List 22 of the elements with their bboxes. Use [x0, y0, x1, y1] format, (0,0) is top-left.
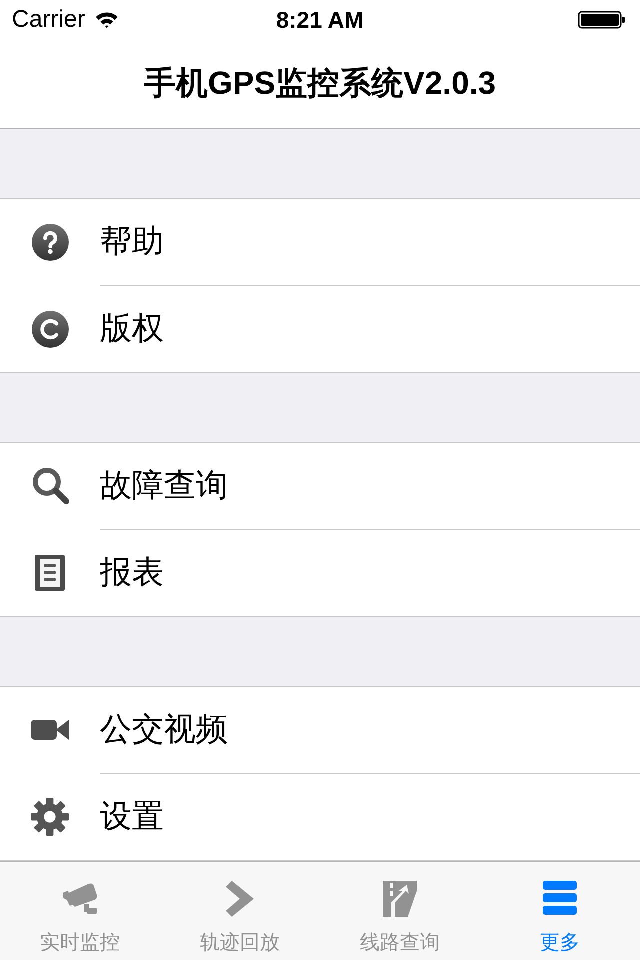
copyright-icon — [32, 310, 68, 348]
menu-label: 版权 — [100, 309, 164, 348]
search-icon — [32, 467, 70, 505]
menu-label: 故障查询 — [100, 466, 228, 505]
document-icon — [35, 555, 65, 591]
carrier-name: Carrier — [12, 6, 86, 34]
menu-label: 帮助 — [100, 222, 164, 261]
menu-label: 设置 — [100, 797, 164, 836]
video-camera-icon — [31, 719, 69, 741]
security-camera-icon — [62, 881, 98, 917]
menu-label: 公交视频 — [100, 710, 228, 749]
status-time: 8:21 AM — [276, 6, 364, 34]
navigation-title: 手机GPS监控系统V2.0.3 — [144, 64, 496, 103]
help-icon — [32, 224, 68, 260]
battery-icon — [578, 11, 626, 29]
menu-label: 报表 — [100, 553, 164, 592]
menu-icon — [543, 881, 577, 915]
road-sign-icon — [383, 881, 417, 917]
gear-icon — [31, 798, 69, 836]
wifi-icon — [95, 11, 120, 29]
tab-item[interactable]: 更多 — [480, 862, 640, 960]
chevron-icon — [226, 881, 254, 917]
